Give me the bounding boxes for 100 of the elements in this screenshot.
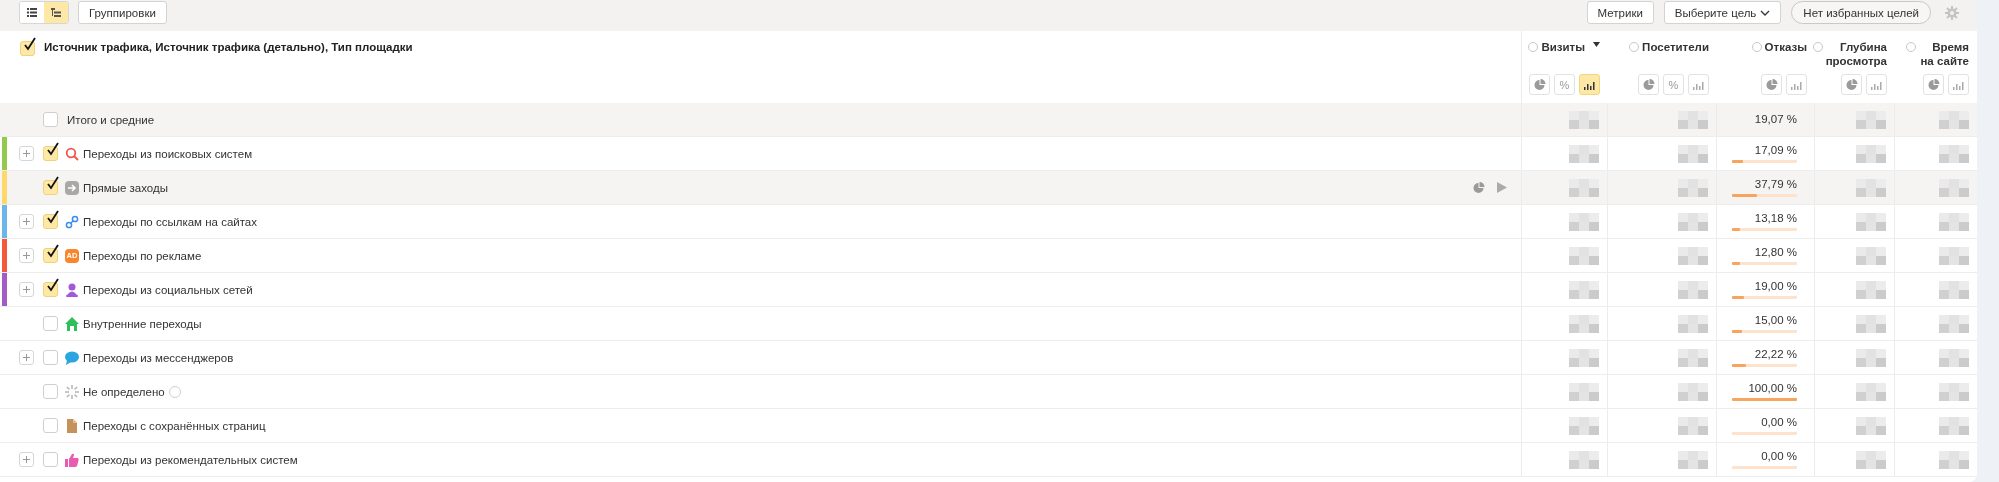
row-label[interactable]: Не определено <box>83 385 165 398</box>
document-icon <box>65 418 79 433</box>
spinner-icon <box>65 384 79 399</box>
pixelated-value <box>1856 450 1886 469</box>
expand-button[interactable] <box>19 350 34 365</box>
pixelated-value <box>1678 212 1708 231</box>
bounce-rate-value: 13,18 % <box>1754 212 1797 225</box>
pixelated-value <box>1569 178 1599 197</box>
pie-chart-icon <box>1533 78 1546 91</box>
bounce-rate-value: 0,00 % <box>1761 416 1797 429</box>
pie-chart-button[interactable] <box>1841 74 1862 95</box>
bounce-rate-bar <box>1732 364 1797 367</box>
groupings-button[interactable]: Группировки <box>78 1 167 24</box>
bounce-rate-value: 100,00 % <box>1748 382 1797 395</box>
row-label[interactable]: Переходы из социальных сетей <box>83 283 253 296</box>
pixelated-value <box>1569 450 1599 469</box>
checkmark-icon <box>22 39 36 53</box>
column-header[interactable]: Время на сайте <box>1919 40 1969 68</box>
pie-chart-button[interactable] <box>1923 74 1944 95</box>
speech-bubble-icon <box>65 350 79 365</box>
plus-icon <box>23 218 30 225</box>
expand-button[interactable] <box>19 248 34 263</box>
checkbox[interactable] <box>43 384 58 399</box>
tree-list-icon <box>51 7 61 18</box>
row-label[interactable]: Переходы с сохранённых страниц <box>83 419 266 432</box>
column-header[interactable]: Посетители <box>1642 40 1709 54</box>
expand-button[interactable] <box>19 146 34 161</box>
pixelated-value <box>1939 144 1969 163</box>
arrow-icon <box>65 180 79 195</box>
checkbox[interactable] <box>43 316 58 331</box>
pixelated-value <box>1569 212 1599 231</box>
row-label[interactable]: Переходы из мессенджеров <box>83 351 234 364</box>
checkbox[interactable] <box>43 112 58 127</box>
checkmark-icon <box>45 212 59 226</box>
column-header[interactable]: Отказы <box>1764 40 1807 54</box>
expand-button[interactable] <box>19 282 34 297</box>
tree-view-button[interactable] <box>44 2 68 23</box>
row-label[interactable]: Прямые заходы <box>83 181 168 194</box>
sort-descending-icon[interactable] <box>1593 42 1600 47</box>
checkmark-icon <box>45 246 59 260</box>
settings-icon[interactable] <box>1945 5 1959 20</box>
pixelated-value <box>1569 416 1599 435</box>
bar-chart-button[interactable] <box>1579 74 1600 95</box>
goal-select[interactable]: Выберите цель <box>1663 1 1782 24</box>
bounce-rate-bar <box>1732 194 1797 197</box>
house-icon <box>65 316 79 331</box>
pie-chart-icon <box>1642 78 1655 91</box>
pixelated-value <box>1939 314 1969 333</box>
search-icon <box>65 146 79 161</box>
bounce-rate-value: 19,00 % <box>1754 280 1797 293</box>
checkbox[interactable] <box>43 418 58 433</box>
column-header[interactable]: Визиты <box>1541 40 1585 54</box>
pixelated-value <box>1939 450 1969 469</box>
pixelated-value <box>1939 178 1969 197</box>
bounce-rate-bar <box>1732 330 1797 333</box>
expand-button[interactable] <box>19 214 34 229</box>
pie-chart-button[interactable] <box>1638 74 1659 95</box>
row-label[interactable]: Внутренние переходы <box>83 317 202 330</box>
pixelated-value <box>1856 246 1886 265</box>
play-icon[interactable] <box>1497 182 1507 193</box>
bar-chart-icon <box>1693 79 1704 90</box>
row-label[interactable]: Переходы из поисковых систем <box>83 147 253 160</box>
pixelated-value <box>1569 110 1599 129</box>
pixelated-value <box>1856 144 1886 163</box>
expand-button[interactable] <box>19 452 34 467</box>
bar-chart-icon <box>1953 79 1964 90</box>
checkbox[interactable] <box>43 350 58 365</box>
row-label[interactable]: Переходы из рекомендательных систем <box>83 453 298 466</box>
bar-chart-icon <box>1791 79 1802 90</box>
chain-link-icon <box>65 214 79 229</box>
bounce-rate-value: 37,79 % <box>1754 178 1797 191</box>
metrics-button[interactable]: Метрики <box>1586 1 1654 24</box>
plus-icon <box>23 456 30 463</box>
bounce-rate-value: 15,00 % <box>1754 314 1797 327</box>
pixelated-value <box>1678 416 1708 435</box>
pixelated-value <box>1856 280 1886 299</box>
list-icon <box>27 7 37 18</box>
dimension-header: Источник трафика, Источник трафика (детально), Тип площадки <box>44 40 413 54</box>
checkbox[interactable] <box>43 452 58 467</box>
row-label[interactable]: Переходы по ссылкам на сайтах <box>83 215 257 228</box>
checkmark-icon <box>45 178 59 192</box>
plus-icon <box>23 150 30 157</box>
pixelated-value <box>1939 212 1969 231</box>
pixelated-value <box>1569 144 1599 163</box>
favorite-goals-button[interactable]: Нет избранных целей <box>1791 1 1931 24</box>
checkmark-icon <box>45 144 59 158</box>
pie-chart-button[interactable] <box>1529 74 1550 95</box>
pie-chart-icon <box>1765 78 1778 91</box>
checkmark-icon <box>45 280 59 294</box>
pixelated-value <box>1678 178 1708 197</box>
row-label[interactable]: Переходы по рекламе <box>83 249 202 262</box>
chevron-down-icon <box>1760 9 1771 16</box>
pixelated-value <box>1678 246 1708 265</box>
pixelated-value <box>1678 314 1708 333</box>
plus-icon <box>23 286 30 293</box>
pixelated-value <box>1856 348 1886 367</box>
pie-chart-icon[interactable] <box>1473 181 1485 194</box>
pie-chart-button[interactable] <box>1761 74 1782 95</box>
bounce-rate-bar <box>1732 262 1797 265</box>
column-header[interactable]: Глубина просмотра <box>1825 40 1887 68</box>
